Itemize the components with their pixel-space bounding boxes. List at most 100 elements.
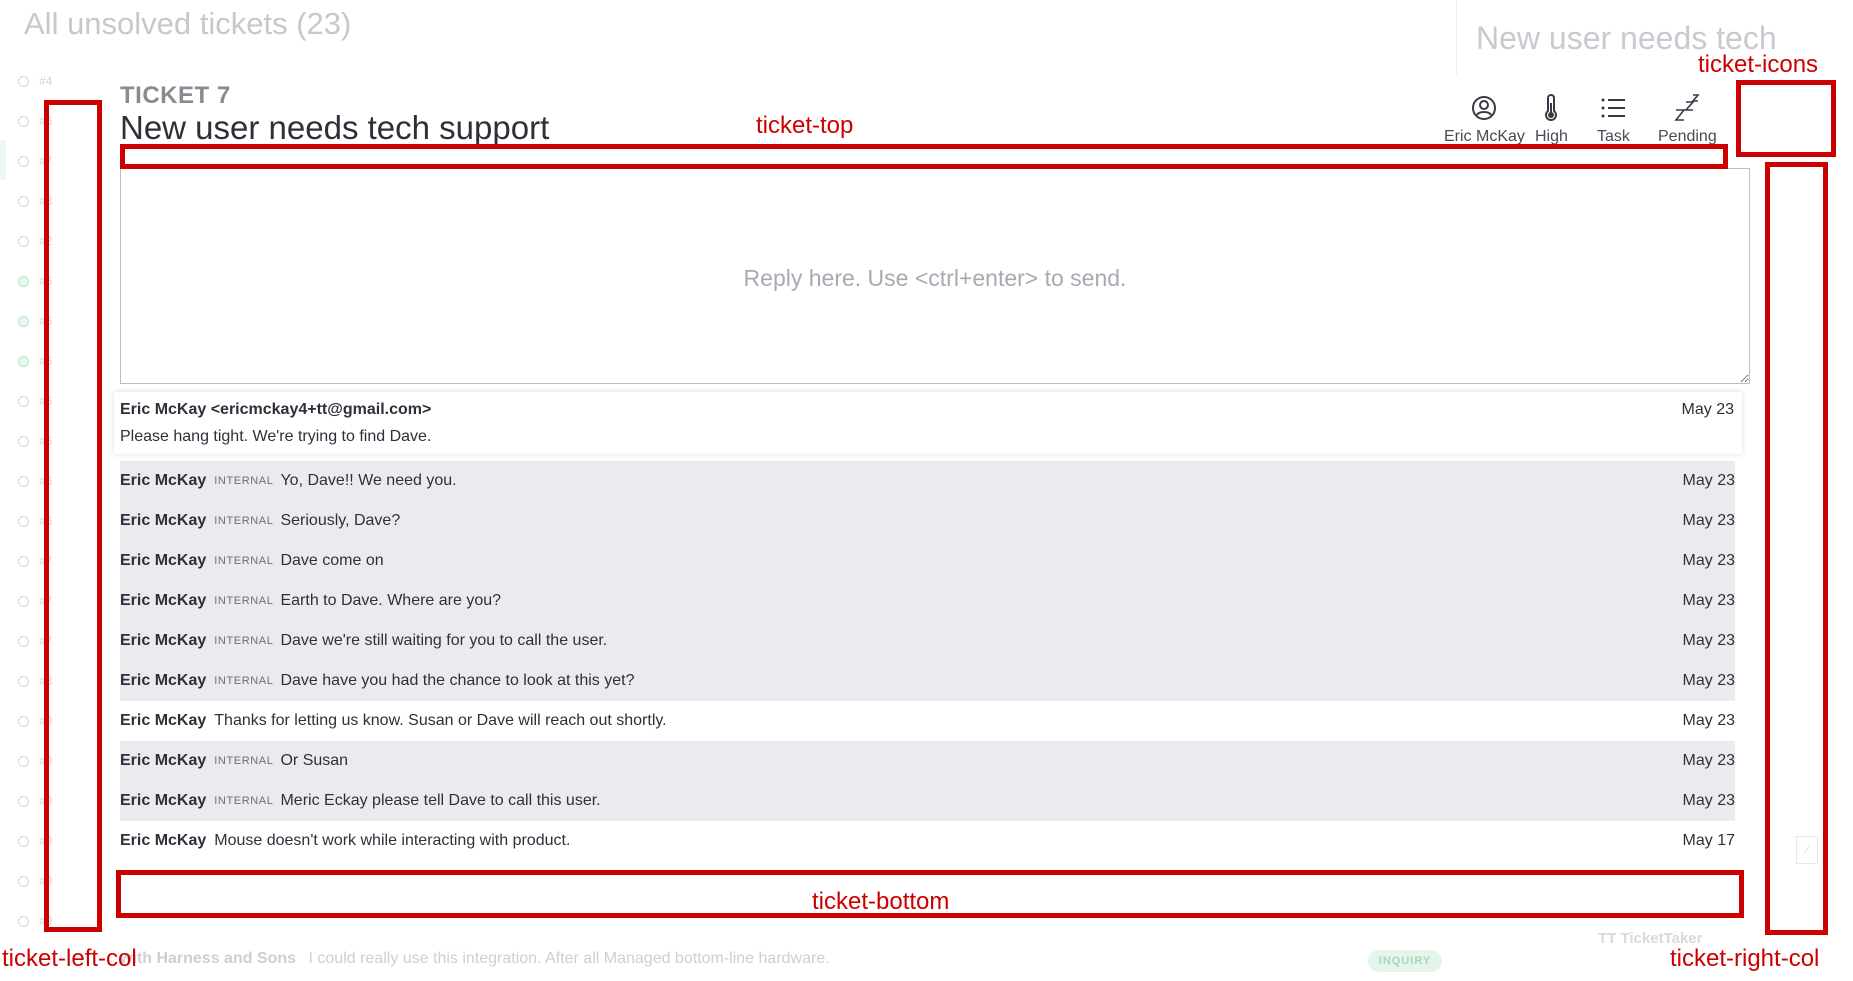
type-button[interactable]: Task — [1597, 94, 1630, 146]
list-row-snippet: I could really use this integration. Aft… — [308, 950, 830, 967]
message-text: Or Susan — [280, 752, 349, 769]
assignee-button[interactable]: Eric McKay — [1444, 94, 1525, 146]
message-row[interactable]: Eric McKay Thanks for letting us know. Su… — [120, 701, 1735, 741]
priority-button[interactable]: High — [1535, 94, 1568, 146]
row-select-radio[interactable] — [18, 235, 29, 247]
message-row[interactable]: Eric McKay INTERNAL Dave come on May 23 — [120, 541, 1735, 581]
message-row[interactable]: Eric McKay INTERNAL Meric Eckay please tel… — [120, 781, 1735, 821]
internal-tag: INTERNAL — [214, 555, 274, 567]
ticket-top-label: ticket-top — [756, 112, 854, 139]
message-date: May 23 — [1682, 632, 1735, 649]
message-date: May 23 — [1682, 712, 1735, 729]
message-text: Earth to Dave. Where are you? — [280, 592, 502, 609]
internal-tag: INTERNAL — [214, 515, 274, 527]
message-row[interactable]: Eric McKay INTERNAL Earth to Dave. Where a… — [120, 581, 1735, 621]
row-select-radio[interactable] — [18, 195, 29, 207]
row-select-radio[interactable] — [18, 555, 29, 567]
ticket-list-number: #4 — [39, 74, 53, 88]
row-select-radio[interactable] — [18, 435, 29, 447]
message-date: May 23 — [1682, 552, 1735, 569]
row-select-radio[interactable] — [18, 75, 29, 87]
latest-message[interactable]: Eric McKay <ericmckay4+tt@gmail.com> May… — [114, 392, 1742, 454]
message-date: May 23 — [1682, 592, 1735, 609]
row-select-radio[interactable] — [18, 915, 29, 927]
message-text: Thanks for letting us know. Susan or Dav… — [214, 712, 667, 729]
ticket-icons-outline — [1736, 80, 1836, 157]
message-row[interactable]: Eric McKay INTERNAL Dave have you had the … — [120, 661, 1735, 701]
message-row[interactable]: Eric McKay INTERNAL Yo, Dave!! We need you… — [120, 461, 1735, 501]
ticket-bottom-label: ticket-bottom — [812, 888, 950, 915]
selected-row-indicator — [0, 140, 6, 180]
message-text: Yo, Dave!! We need you. — [280, 472, 457, 489]
ticket-right-col-label: ticket-right-col — [1670, 945, 1820, 972]
list-row-preview[interactable]: with Harness and Sons I could really use… — [120, 950, 830, 968]
message-author: Eric McKay — [120, 672, 207, 689]
row-select-radio[interactable] — [18, 755, 29, 767]
right-panel-divider — [1456, 0, 1457, 75]
message-row[interactable]: Eric McKay Mouse doesn't work while inter… — [120, 821, 1735, 861]
row-select-radio[interactable] — [18, 835, 29, 847]
row-select-radio[interactable] — [18, 635, 29, 647]
message-text: Mouse doesn't work while interacting wit… — [214, 832, 571, 849]
message-list: Eric McKay INTERNAL Yo, Dave!! We need you… — [120, 461, 1735, 861]
row-select-radio[interactable] — [18, 355, 29, 367]
message-author: Eric McKay — [120, 792, 207, 809]
row-select-radio[interactable] — [18, 715, 29, 727]
message-row[interactable]: Eric McKay INTERNAL Seriously, Dave? May 23 — [120, 501, 1735, 541]
row-select-radio[interactable] — [18, 475, 29, 487]
row-select-radio[interactable] — [18, 395, 29, 407]
message-date: May 23 — [1682, 512, 1735, 529]
status-button[interactable]: Pending — [1658, 94, 1717, 146]
internal-tag: INTERNAL — [214, 755, 274, 767]
list-row-subject: with Harness and Sons — [120, 950, 297, 967]
ticket-number: TICKET 7 — [120, 82, 231, 109]
message-author: Eric McKay — [120, 752, 207, 769]
message-text: Seriously, Dave? — [280, 512, 401, 529]
message-author: Eric McKay — [120, 472, 207, 489]
message-text: Dave have you had the chance to look at … — [280, 672, 635, 689]
row-select-radio[interactable] — [18, 115, 29, 127]
ticket-top-outline — [120, 144, 1728, 169]
message-author: Eric McKay — [120, 712, 207, 729]
snooze-icon — [1673, 94, 1701, 122]
row-select-radio[interactable] — [18, 875, 29, 887]
message-sender: Eric McKay <ericmckay4+tt@gmail.com> — [120, 401, 432, 418]
message-row[interactable]: Eric McKay INTERNAL Or Susan May 23 — [120, 741, 1735, 781]
row-select-radio[interactable] — [18, 315, 29, 327]
ticket-title: New user needs tech support — [120, 109, 550, 146]
internal-tag: INTERNAL — [214, 475, 274, 487]
message-date: May 23 — [1682, 472, 1735, 489]
internal-tag: INTERNAL — [214, 795, 274, 807]
message-text: Dave we're still waiting for you to call… — [280, 632, 608, 649]
message-text: Dave come on — [280, 552, 384, 569]
message-author: Eric McKay — [120, 592, 207, 609]
message-date: May 17 — [1682, 832, 1735, 849]
message-author: Eric McKay — [120, 512, 207, 529]
message-body: Please hang tight. We're trying to find … — [120, 428, 432, 445]
row-select-radio[interactable] — [18, 675, 29, 687]
ticket-list-row[interactable]: #4 — [18, 72, 52, 90]
row-select-radio[interactable] — [18, 155, 29, 167]
message-date: May 23 — [1682, 792, 1735, 809]
list-icon — [1599, 94, 1627, 122]
internal-tag: INTERNAL — [214, 675, 274, 687]
ticket-left-col-label: ticket-left-col — [2, 945, 137, 972]
reply-textarea[interactable] — [120, 168, 1750, 384]
thermometer-icon — [1537, 94, 1565, 122]
message-date: May 23 — [1681, 401, 1734, 418]
row-select-radio[interactable] — [18, 795, 29, 807]
user-circle-icon — [1470, 94, 1498, 122]
internal-tag: INTERNAL — [214, 635, 274, 647]
ticket-left-col-outline — [44, 100, 102, 932]
ticket-icons-label: ticket-icons — [1698, 51, 1819, 78]
message-date: May 23 — [1682, 672, 1735, 689]
message-text: Meric Eckay please tell Dave to call thi… — [280, 792, 601, 809]
message-row[interactable]: Eric McKay INTERNAL Dave we're still waiti… — [120, 621, 1735, 661]
row-select-radio[interactable] — [18, 515, 29, 527]
ticket-right-col-outline — [1765, 162, 1828, 935]
ticket-list-title: All unsolved tickets (23) — [24, 6, 352, 41]
message-author: Eric McKay — [120, 632, 207, 649]
row-select-radio[interactable] — [18, 595, 29, 607]
row-select-radio[interactable] — [18, 275, 29, 287]
inquiry-badge: INQUIRY — [1368, 950, 1442, 972]
